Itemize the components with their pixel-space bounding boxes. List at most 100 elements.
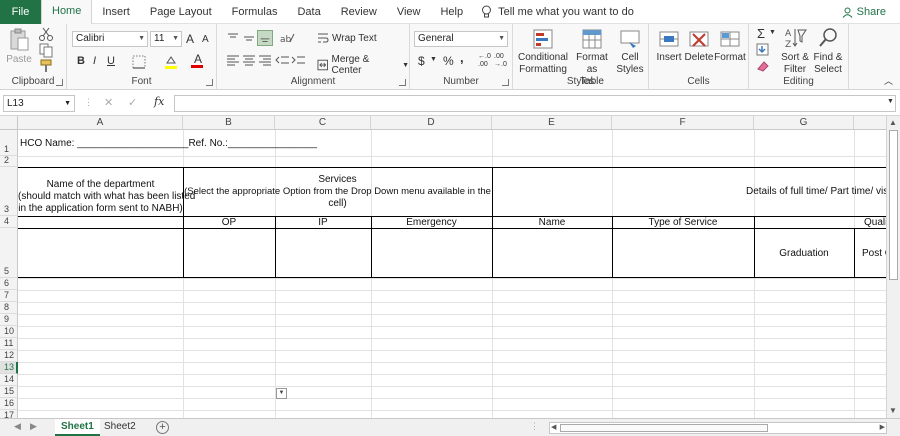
name-box[interactable]: L13 ▼ bbox=[3, 95, 75, 112]
font-launcher-icon[interactable] bbox=[206, 79, 213, 86]
sheet-tab-sheet1[interactable]: Sheet1 bbox=[55, 419, 100, 436]
tell-me-box[interactable]: Tell me what you want to do bbox=[481, 5, 634, 18]
fill-icon[interactable] bbox=[755, 42, 771, 58]
services-header-cell[interactable]: Services (Select the appropriate Option … bbox=[183, 174, 492, 210]
orientation-icon[interactable]: ab bbox=[279, 30, 295, 46]
prev-sheet-icon[interactable]: ◀ bbox=[14, 421, 21, 432]
font-color-button[interactable]: A bbox=[191, 52, 205, 68]
delete-cells-button[interactable]: Delete bbox=[684, 28, 714, 64]
dropdown-arrow-icon[interactable]: ▼ bbox=[276, 388, 287, 399]
scroll-down-icon[interactable]: ▼ bbox=[889, 406, 897, 415]
vertical-scroll-thumb[interactable] bbox=[889, 130, 898, 280]
merge-center-button[interactable]: Merge & Center ▼ bbox=[317, 54, 409, 76]
align-left-icon[interactable] bbox=[225, 52, 241, 68]
number-launcher-icon[interactable] bbox=[502, 79, 509, 86]
font-size-select[interactable]: 11 ▼ bbox=[150, 31, 182, 47]
row-header-13[interactable]: 13 bbox=[0, 362, 18, 374]
italic-button[interactable]: I bbox=[93, 55, 96, 67]
tab-formulas[interactable]: Formulas bbox=[222, 0, 288, 24]
align-middle-icon[interactable] bbox=[241, 30, 257, 46]
row-header-8[interactable]: 8 bbox=[0, 302, 18, 314]
tab-review[interactable]: Review bbox=[331, 0, 387, 24]
row-header-7[interactable]: 7 bbox=[0, 290, 18, 302]
column-header-b[interactable]: B bbox=[183, 116, 275, 130]
row-header-16[interactable]: 16 bbox=[0, 398, 18, 410]
row-header-14[interactable]: 14 bbox=[0, 374, 18, 386]
borders-icon[interactable] bbox=[131, 54, 147, 70]
tab-view[interactable]: View bbox=[387, 0, 431, 24]
row-header-11[interactable]: 11 bbox=[0, 338, 18, 350]
shrink-font-button[interactable]: A bbox=[202, 34, 209, 45]
clipboard-launcher-icon[interactable] bbox=[56, 79, 63, 86]
currency-button[interactable]: $ bbox=[418, 54, 425, 68]
sheet-tab-sheet2[interactable]: Sheet2 bbox=[98, 419, 142, 436]
align-right-icon[interactable] bbox=[257, 52, 273, 68]
column-header-g[interactable]: G bbox=[754, 116, 854, 130]
sort-filter-button[interactable]: AZ Sort & Filter bbox=[779, 26, 811, 76]
find-select-button[interactable]: Find & Select bbox=[811, 26, 845, 76]
department-header-cell[interactable]: Name of the department (should match wit… bbox=[18, 179, 195, 215]
row-header-9[interactable]: 9 bbox=[0, 314, 18, 326]
graduation-header-cell[interactable]: Graduation bbox=[754, 248, 854, 259]
cancel-icon[interactable]: ✕ bbox=[104, 96, 113, 109]
worksheet-grid[interactable]: A B C D E F G 1 2 3 4 5 6 7 8 9 10 11 12… bbox=[0, 116, 886, 418]
cell-styles-button[interactable]: Cell Styles bbox=[614, 28, 646, 76]
chevron-down-icon[interactable]: ▼ bbox=[769, 29, 776, 36]
details-header-cell[interactable]: Details of full time/ Part time/ visiti bbox=[746, 186, 886, 197]
next-sheet-icon[interactable]: ▶ bbox=[30, 421, 37, 432]
comma-button[interactable]: , bbox=[460, 50, 464, 65]
number-format-select[interactable]: General ▼ bbox=[414, 31, 508, 47]
underline-button[interactable]: U bbox=[107, 55, 115, 67]
add-sheet-icon[interactable]: + bbox=[156, 421, 169, 434]
align-top-icon[interactable] bbox=[225, 30, 241, 46]
post-graduation-header-cell[interactable]: Post G bbox=[862, 248, 886, 259]
formula-input[interactable] bbox=[174, 95, 896, 112]
horizontal-scrollbar[interactable]: ◀ ▶ bbox=[549, 422, 887, 434]
column-header-a[interactable]: A bbox=[18, 116, 183, 130]
scroll-left-icon[interactable]: ◀ bbox=[551, 423, 556, 431]
cut-icon[interactable] bbox=[38, 26, 54, 42]
eraser-icon[interactable] bbox=[755, 58, 771, 74]
scroll-up-icon[interactable]: ▲ bbox=[889, 118, 897, 127]
format-cells-button[interactable]: Format bbox=[714, 28, 746, 64]
vertical-scrollbar[interactable]: ▲ ▼ bbox=[886, 116, 900, 418]
row-header-3[interactable]: 3 bbox=[0, 167, 18, 216]
row-header-10[interactable]: 10 bbox=[0, 326, 18, 338]
font-name-select[interactable]: Calibri ▼ bbox=[72, 31, 148, 47]
scroll-right-icon[interactable]: ▶ bbox=[880, 423, 885, 431]
emergency-header-cell[interactable]: Emergency bbox=[371, 217, 492, 228]
wrap-text-button[interactable]: Wrap Text bbox=[317, 32, 377, 44]
paste-button[interactable]: Paste bbox=[6, 28, 32, 66]
format-painter-icon[interactable] bbox=[38, 58, 54, 74]
column-header-e[interactable]: E bbox=[492, 116, 612, 130]
column-header-h[interactable] bbox=[854, 116, 886, 130]
expand-formula-icon[interactable]: ▼ bbox=[887, 98, 894, 105]
row-header-12[interactable]: 12 bbox=[0, 350, 18, 362]
hco-name-cell[interactable]: HCO Name: ____________________Ref. No.:_… bbox=[20, 138, 317, 149]
increase-indent-icon[interactable] bbox=[291, 52, 307, 68]
row-header-5[interactable]: 5 bbox=[0, 228, 18, 278]
collapse-ribbon-icon[interactable]: ︿ bbox=[884, 74, 893, 87]
row-header-1[interactable]: 1 bbox=[0, 130, 18, 156]
tab-help[interactable]: Help bbox=[430, 0, 473, 24]
conditional-formatting-button[interactable]: Conditional Formatting bbox=[517, 28, 569, 76]
op-header-cell[interactable]: OP bbox=[183, 217, 275, 228]
tab-page-layout[interactable]: Page Layout bbox=[140, 0, 222, 24]
decrease-decimal-button[interactable]: .00 →.0 bbox=[494, 53, 508, 69]
column-header-c[interactable]: C bbox=[275, 116, 371, 130]
percent-button[interactable]: % bbox=[443, 54, 454, 68]
name-header-cell[interactable]: Name bbox=[492, 217, 612, 228]
insert-function-button[interactable]: fx bbox=[154, 95, 164, 108]
copy-icon[interactable] bbox=[38, 42, 54, 58]
insert-cells-button[interactable]: Insert bbox=[654, 28, 684, 64]
row-header-4[interactable]: 4 bbox=[0, 216, 18, 228]
tab-file[interactable]: File bbox=[0, 0, 41, 24]
column-header-f[interactable]: F bbox=[612, 116, 754, 130]
horizontal-scroll-thumb[interactable] bbox=[560, 424, 768, 432]
qualification-header-cell[interactable]: Quali bbox=[864, 217, 886, 228]
enter-icon[interactable]: ✓ bbox=[128, 96, 137, 109]
decrease-indent-icon[interactable] bbox=[275, 52, 291, 68]
tab-insert[interactable]: Insert bbox=[92, 0, 140, 24]
grow-font-button[interactable]: A bbox=[186, 32, 194, 46]
increase-decimal-button[interactable]: ←.0 .00 bbox=[478, 53, 492, 69]
